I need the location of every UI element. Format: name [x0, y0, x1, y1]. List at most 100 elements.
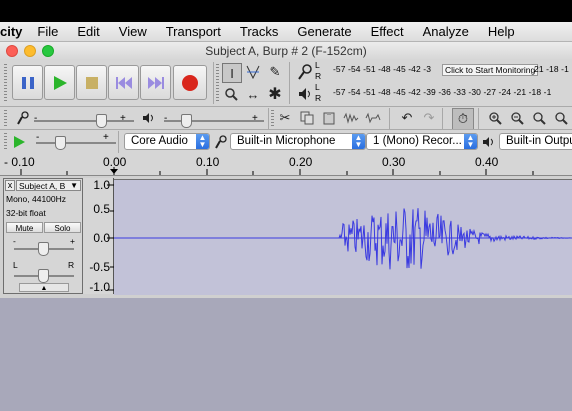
output-device-select[interactable]: Built-in Outpu [499, 133, 572, 150]
multi-tool-icon[interactable]: ✱ [266, 85, 284, 103]
mixer-grip[interactable] [4, 110, 7, 127]
cut-icon[interactable]: ✂ [276, 109, 294, 127]
record-meter-left-label: L [315, 60, 320, 70]
menu-tracks[interactable]: Tracks [240, 24, 279, 39]
play-icon [53, 75, 67, 90]
track-close-button[interactable]: x [5, 180, 15, 191]
output-volume-thumb[interactable] [181, 114, 192, 128]
fit-selection-icon[interactable] [530, 109, 548, 127]
record-button[interactable] [173, 65, 207, 100]
input-volume-thumb[interactable] [96, 114, 107, 128]
output-volume-slider[interactable] [164, 120, 264, 122]
empty-track-area[interactable] [0, 298, 572, 411]
gain-plus-label: + [70, 236, 75, 246]
input-volume-mic-icon [14, 109, 32, 127]
undo-icon[interactable]: ↶ [398, 109, 416, 127]
track-control-panel[interactable]: x Subject A, B ▼ Mono, 44100Hz 32-bit fl… [3, 178, 83, 294]
menu-generate[interactable]: Generate [297, 24, 351, 39]
pan-slider-thumb[interactable] [38, 269, 49, 283]
time-shift-tool-icon[interactable]: ↔ [244, 85, 262, 103]
menu-transport[interactable]: Transport [166, 24, 221, 39]
pause-button[interactable] [12, 65, 43, 100]
input-channels-value: 1 (Mono) Recor... [373, 135, 462, 147]
play-meter-left-label: L [315, 82, 320, 92]
stop-button[interactable] [76, 65, 107, 100]
waveform [114, 208, 572, 270]
start-monitoring-tooltip: Click to Start Monitoring [442, 64, 539, 76]
toolbar-grip[interactable] [4, 64, 7, 102]
output-device-speaker-icon [480, 133, 498, 151]
menu-analyze[interactable]: Analyze [423, 24, 469, 39]
input-device-select[interactable]: Built-in Microphone ▲ ▼ [230, 133, 366, 150]
silence-audio-icon[interactable] [364, 109, 382, 127]
sync-lock-icon[interactable]: ⏱ [452, 108, 474, 130]
track-format-info: Mono, 44100Hz [6, 194, 67, 204]
edit-grip[interactable] [271, 110, 274, 127]
menu-edit[interactable]: Edit [77, 24, 99, 39]
input-device-mic-icon [212, 133, 230, 151]
ruler-label: 0.40 [475, 155, 499, 169]
track-name-menu[interactable]: Subject A, B ▼ [16, 180, 81, 191]
copy-icon[interactable] [298, 109, 316, 127]
play-at-speed-icon[interactable] [10, 133, 28, 151]
ruler-label: - 0.10 [4, 155, 35, 169]
record-meter-right-label: R [315, 71, 322, 81]
fit-project-icon[interactable] [552, 109, 570, 127]
skip-to-end-button[interactable] [140, 65, 171, 100]
record-meter-scale-right: 21 -18 -1 [534, 64, 569, 74]
solo-button[interactable]: Solo [44, 222, 81, 233]
redo-icon[interactable]: ↷ [420, 109, 438, 127]
draw-tool-icon[interactable]: ✎ [266, 63, 284, 81]
play-meter-scale[interactable]: -57 -54 -51 -48 -45 -42 -39 -36 -33 -30 … [333, 87, 551, 97]
window-titlebar: Subject A, Burp # 2 (F-152cm) [0, 42, 572, 61]
top-toolbar: I ✎ ↔ ✱ L R -57 -54 -51 -48 -45 -42 -3 C… [0, 60, 572, 106]
zoom-tool-icon[interactable] [222, 85, 240, 103]
mixer-edit-toolbar: - + - + ✂ ↶ ↷ ⏱ [0, 106, 572, 130]
menu-effect[interactable]: Effect [371, 24, 404, 39]
chevron-updown-icon: ▲ ▼ [464, 134, 477, 149]
vertical-amplitude-scale[interactable]: 1.0 0.5 0.0 -0.5 -1.0 [83, 178, 114, 294]
play-button[interactable] [44, 65, 75, 100]
gain-slider-thumb[interactable] [38, 242, 49, 256]
input-volume-plus: + [120, 113, 126, 124]
collapse-arrow-icon: ▲ [40, 285, 48, 292]
tools-grip[interactable] [216, 64, 219, 102]
skip-to-start-button[interactable] [108, 65, 139, 100]
skip-start-icon [115, 76, 132, 89]
record-icon [182, 74, 198, 91]
menu-view[interactable]: View [119, 24, 147, 39]
timeline-ruler[interactable]: - 0.10 0.00 0.10 0.20 0.30 0.40 [0, 153, 572, 176]
input-volume-minus: - [34, 113, 38, 124]
menu-help[interactable]: Help [488, 24, 515, 39]
record-meter-scale[interactable]: -57 -54 -51 -48 -45 -42 -3 [333, 64, 431, 74]
mute-button[interactable]: Mute [6, 222, 43, 233]
zoom-in-icon[interactable] [486, 109, 504, 127]
envelope-tool-icon[interactable] [244, 63, 262, 81]
speed-plus: + [103, 132, 109, 143]
speed-grip[interactable] [4, 133, 7, 151]
paste-icon[interactable] [320, 109, 338, 127]
input-channels-select[interactable]: 1 (Mono) Recor... ▲ ▼ [366, 133, 478, 150]
play-meter-speaker-icon[interactable] [296, 85, 314, 103]
pan-right-label: R [68, 260, 75, 270]
zoom-out-icon[interactable] [508, 109, 526, 127]
chevron-updown-icon: ▲ ▼ [196, 134, 209, 149]
audio-host-select[interactable]: Core Audio ▲ ▼ [124, 133, 210, 150]
collapse-track-button[interactable]: ▲ [19, 283, 69, 292]
track-area: x Subject A, B ▼ Mono, 44100Hz 32-bit fl… [0, 176, 572, 298]
record-meter-mic-icon[interactable] [296, 63, 314, 81]
chevron-updown-icon: ▲ ▼ [352, 134, 365, 149]
menu-file[interactable]: File [37, 24, 58, 39]
gain-minus-label: - [13, 236, 16, 246]
waveform-display[interactable] [114, 179, 572, 295]
track-sample-info: 32-bit float [6, 208, 46, 218]
ruler-label: 0.10 [196, 155, 220, 169]
selection-tool-icon[interactable]: I [222, 63, 242, 83]
trim-audio-icon[interactable] [342, 109, 360, 127]
pause-icon [21, 76, 34, 89]
play-speed-thumb[interactable] [55, 136, 66, 150]
input-volume-slider[interactable] [34, 120, 134, 122]
app-menu[interactable]: city [0, 24, 22, 39]
audio-host-value: Core Audio [131, 135, 188, 147]
output-volume-minus: - [164, 113, 168, 124]
